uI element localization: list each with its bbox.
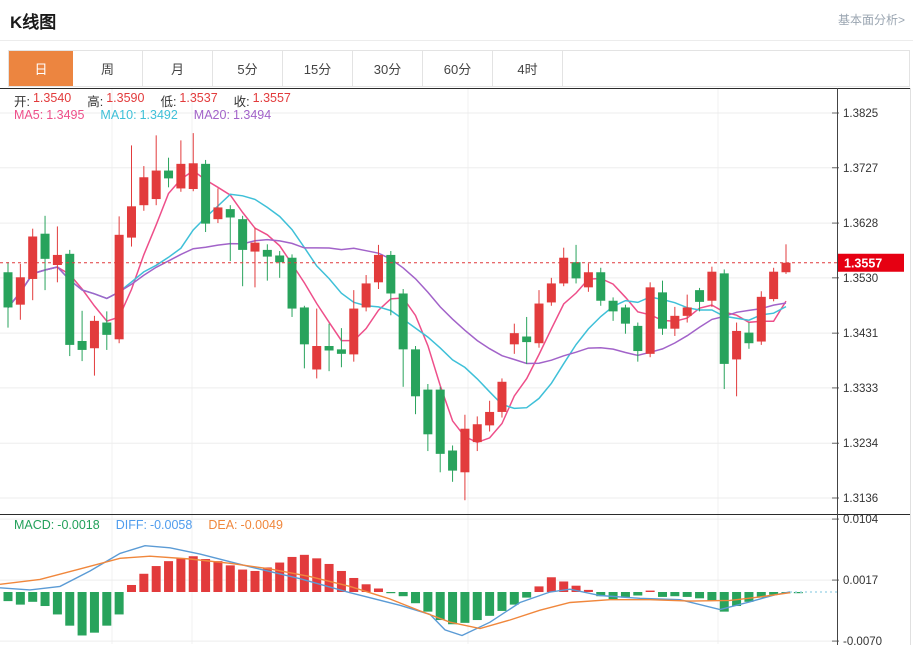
svg-text:0.0104: 0.0104: [843, 514, 879, 526]
svg-text:1.3333: 1.3333: [843, 383, 878, 395]
svg-text:1.3557: 1.3557: [844, 256, 882, 270]
macd-row-item: MACD:-0.0018: [14, 518, 100, 532]
ma5-line: [8, 171, 786, 443]
ma-row-item: MA10:1.3492: [100, 108, 177, 122]
candles: [4, 133, 791, 500]
svg-text:1.3727: 1.3727: [843, 163, 878, 175]
svg-text:1.3825: 1.3825: [843, 108, 878, 120]
current-price-tag: 1.3557: [838, 254, 904, 272]
macd-histogram: [4, 555, 803, 636]
ma-readout: MA5:1.3495 MA10:1.3492 MA20:1.3494: [14, 108, 271, 122]
ma-row-item: MA5:1.3495: [14, 108, 84, 122]
svg-text:1.3530: 1.3530: [843, 273, 878, 285]
svg-text:0.0017: 0.0017: [843, 575, 878, 587]
plot-layers: [0, 133, 837, 635]
macd-readout: MACD:-0.0018 DIFF:-0.0058 DEA:-0.0049: [14, 518, 283, 532]
svg-text:-0.0070: -0.0070: [843, 636, 882, 645]
ma10-line: [8, 194, 786, 408]
ma-row-item: MA20:1.3494: [194, 108, 271, 122]
svg-text:1.3234: 1.3234: [843, 438, 879, 450]
macd-row-item: DIFF:-0.0058: [116, 518, 193, 532]
axes: 1.3825 1.3727 1.3628 1.3530 1.3431 1.3333 1.32…: [0, 88, 911, 645]
svg-text:1.3431: 1.3431: [843, 328, 878, 340]
svg-text:1.3136: 1.3136: [843, 493, 878, 505]
macd-row-item: DEA:-0.0049: [208, 518, 283, 532]
svg-text:1.3628: 1.3628: [843, 218, 878, 230]
